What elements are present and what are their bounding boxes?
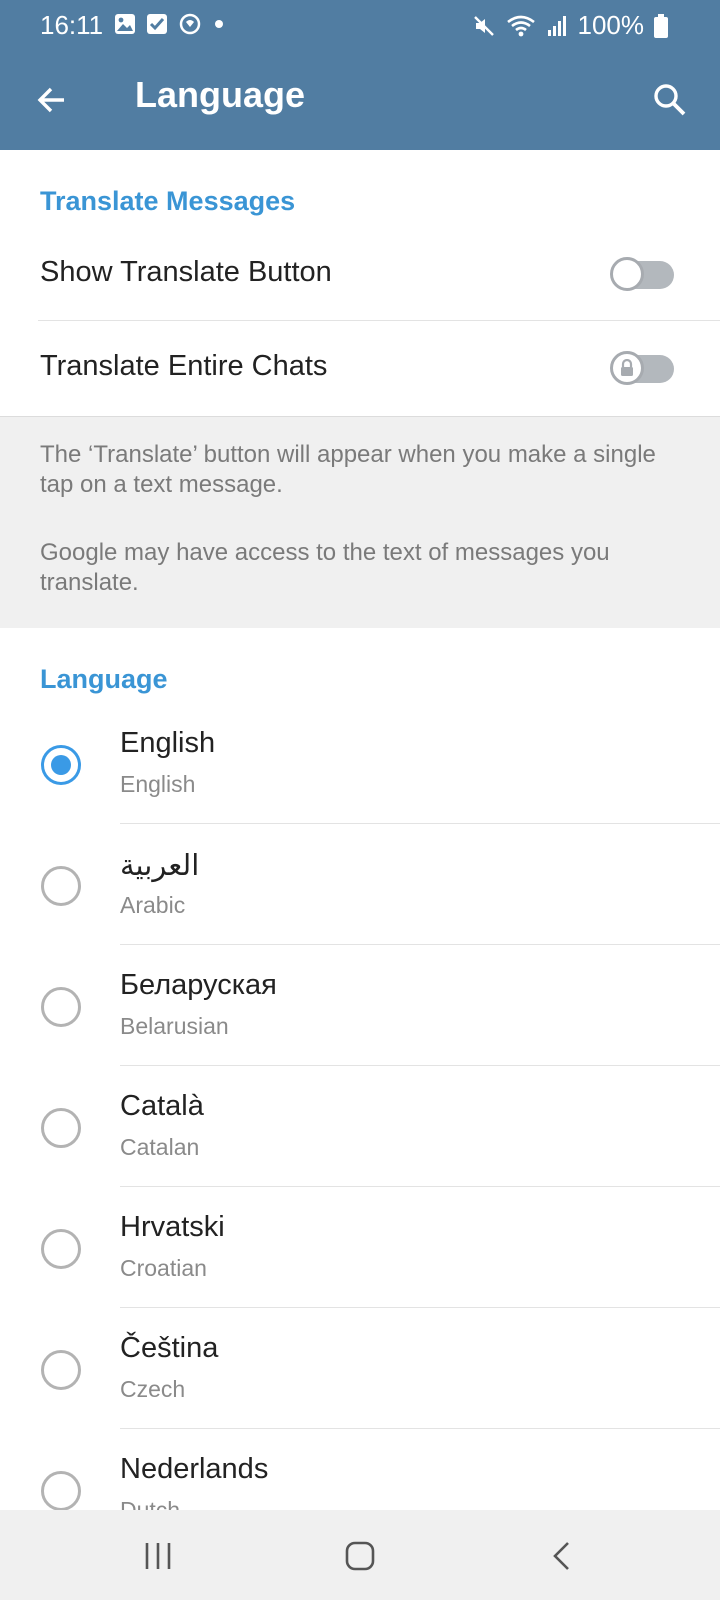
back-arrow-icon [37,87,64,113]
switch-thumb [610,351,644,385]
radio-button[interactable] [41,1108,81,1148]
language-subtitle: Catalan [120,1134,200,1160]
language-item-croatian[interactable]: Hrvatski Croatian [0,1187,720,1308]
status-bar: 16:11 100% [0,0,720,52]
language-section-header: Language [40,664,168,694]
translate-info-box: The ‘Translate’ button will appear when … [0,416,720,628]
recent-apps-button[interactable] [123,1528,193,1584]
language-item-czech[interactable]: Čeština Czech [0,1308,720,1429]
show-translate-button-label: Show Translate Button [40,256,332,288]
language-name: Català [120,1090,204,1122]
battery-icon [654,13,668,38]
language-subtitle: Arabic [120,892,186,918]
search-button[interactable] [642,72,698,128]
language-subtitle: Croatian [120,1255,207,1281]
recent-apps-icon [145,1543,171,1569]
language-item-arabic[interactable]: العربية Arabic [0,824,720,945]
back-nav-button[interactable] [527,1528,597,1584]
app-bar: Language [0,52,720,150]
status-time: 16:11 [40,10,104,40]
language-subtitle: Belarusian [120,1013,229,1039]
language-name: Nederlands [120,1453,269,1485]
radio-button[interactable] [41,1350,81,1390]
translate-info-text-2: Google may have access to the text of me… [40,539,610,596]
wifi-icon [506,15,535,36]
radio-button[interactable] [41,1471,81,1511]
show-translate-button-switch[interactable] [610,257,674,291]
lock-icon [621,359,633,376]
signal-icon [547,15,566,36]
radio-button[interactable] [41,1229,81,1269]
battery-percent: 100% [577,10,645,40]
show-translate-button-row[interactable]: Show Translate Button [0,228,720,320]
language-name: Čeština [120,1332,219,1364]
sync-icon [179,13,201,35]
radio-button-selected[interactable] [41,745,81,785]
language-name: Hrvatski [120,1211,225,1243]
language-item-belarusian[interactable]: Беларуская Belarusian [0,945,720,1066]
notification-icons [114,12,226,36]
radio-button[interactable] [41,987,81,1027]
search-icon [654,84,686,116]
language-subtitle: Czech [120,1376,186,1402]
dot-icon [215,20,223,28]
divider [38,320,720,321]
language-item-english[interactable]: English English [0,703,720,824]
translate-entire-chats-label: Translate Entire Chats [40,350,328,382]
radio-button[interactable] [41,866,81,906]
language-name: English [120,727,216,759]
language-item-catalan[interactable]: Català Catalan [0,1066,720,1187]
back-button[interactable] [24,72,80,128]
home-button[interactable] [325,1528,395,1584]
home-icon [345,1541,375,1571]
system-status-icons: 100% [472,10,668,41]
mute-icon [473,15,494,36]
gallery-icon [115,14,135,34]
page-title: Language [135,74,306,115]
back-nav-icon [553,1542,569,1570]
translate-entire-chats-switch[interactable] [610,351,674,385]
checkbox-icon [147,14,167,34]
language-name: العربية [120,850,200,882]
switch-thumb [610,257,644,291]
language-subtitle: English [120,771,196,797]
language-name: Беларуская [120,969,277,1001]
translate-info-text-1: The ‘Translate’ button will appear when … [40,441,656,498]
translate-entire-chats-row[interactable]: Translate Entire Chats [0,322,720,414]
top-bar: 16:11 100% Language [0,0,720,150]
navigation-bar [0,1510,720,1600]
translate-section-header: Translate Messages [40,186,296,216]
